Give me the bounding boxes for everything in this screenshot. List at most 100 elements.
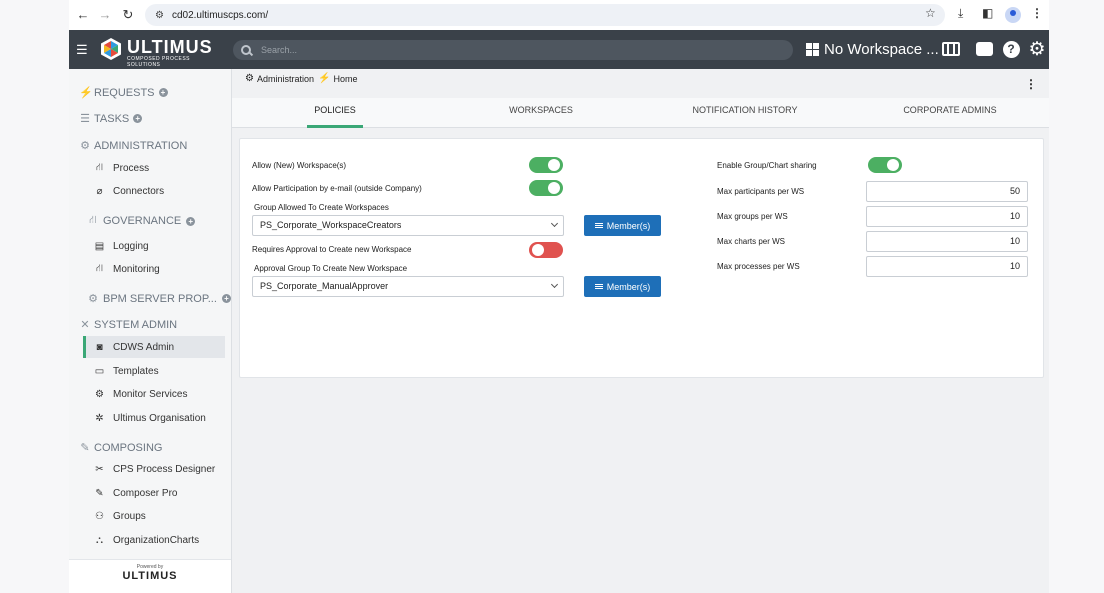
log-icon: ▤ [94,240,105,252]
tools-icon: ✕ [80,319,90,331]
address-bar[interactable]: ⚙ cd02.ultimuscps.com/ [145,4,945,26]
sidebar-section-administration[interactable]: ⚙ ADMINISTRATION [79,139,187,153]
sidebar-item-monitor-services[interactable]: ⚙ Monitor Services [83,383,225,405]
edit-icon: ✎ [95,487,104,499]
section-label: REQUESTS [94,86,155,99]
sidebar-item-label: Templates [113,365,159,377]
tab-notification-history[interactable]: NOTIFICATION HISTORY [680,98,810,128]
inbox-icon[interactable] [974,40,994,60]
site-settings-icon[interactable]: ⚙ [155,10,164,21]
org-icon: ✲ [95,412,104,424]
enable-sharing-label: Enable Group/Chart sharing [717,161,817,170]
sidebar-item-monitoring[interactable]: ⛙ Monitoring [83,258,225,280]
add-governance-icon[interactable]: + [186,216,196,226]
search-input[interactable] [261,45,761,55]
max-groups-input[interactable]: 10 [866,206,1028,227]
bolt-icon: ⚡ [79,87,93,99]
policies-card: Allow (New) Workspace(s) Allow Participa… [239,138,1044,378]
group-allowed-select[interactable]: PS_Corporate_WorkspaceCreators [252,215,564,236]
logo-subtitle: COMPOSED PROCESS SOLUTIONS [127,56,191,68]
bolt-icon: ⚡ [318,73,331,84]
tab-bar: POLICIES WORKSPACES NOTIFICATION HISTORY… [232,98,1049,128]
workspace-label: No Workspace ... [824,41,939,58]
chevron-down-icon [550,219,559,228]
approval-group-value: PS_Corporate_ManualApprover [260,281,389,291]
browser-toolbar: ← → ↻ ⚙ cd02.ultimuscps.com/ ☆ ⤓ ◧ ⋮ [69,0,1049,30]
add-bpm-icon[interactable]: + [221,294,231,303]
tab-policies[interactable]: POLICIES [307,98,363,128]
members-button-label: Member(s) [606,281,651,292]
sidebar-item-label: Connectors [113,185,165,197]
browser-menu-icon[interactable]: ⋮ [1031,6,1043,20]
profile-avatar[interactable] [1005,7,1021,23]
max-participants-label: Max participants per WS [717,187,805,196]
sidebar-section-system-admin[interactable]: ✕ SYSTEM ADMIN [79,318,178,332]
sidebar-item-label: Monitor Services [113,388,188,400]
sidebar-item-logging[interactable]: ▤ Logging [83,235,225,257]
group-allowed-members-button[interactable]: Member(s) [584,215,661,236]
governance-icon: ⛙ [89,214,97,226]
allow-new-workspace-toggle[interactable] [529,157,563,173]
requires-approval-toggle[interactable] [529,242,563,258]
sidepanel-icon[interactable]: ◧ [982,6,993,20]
sidebar-item-ultimus-organisation[interactable]: ✲ Ultimus Organisation [83,407,225,429]
max-processes-input[interactable]: 10 [866,256,1028,277]
max-participants-input[interactable]: 50 [866,181,1028,202]
breadcrumb-home[interactable]: Home [333,74,357,84]
settings-gear-icon[interactable]: ⚙ [1027,40,1047,60]
monitor-icon: ⛙ [95,262,104,274]
sidebar-section-requests[interactable]: ⚡ REQUESTS + [79,86,168,99]
sidebar-section-composing[interactable]: ✎ COMPOSING [79,441,162,455]
sidebar-item-composer-pro[interactable]: ✎ Composer Pro [83,482,225,504]
download-icon[interactable]: ⤓ [958,6,963,21]
tab-corporate-admins[interactable]: CORPORATE ADMINS [890,98,1010,128]
sidebar-section-governance[interactable]: ⛙ GOVERNANCE + [87,214,196,228]
allow-new-workspace-label: Allow (New) Workspace(s) [252,161,347,170]
enable-sharing-toggle[interactable] [868,157,902,173]
section-label: BPM SERVER PROP... [103,292,217,305]
compose-icon: ✎ [80,442,90,454]
help-icon[interactable]: ? [1001,40,1021,60]
sidebar-item-cdws-admin[interactable]: ◙ CDWS Admin [83,336,225,358]
section-label: SYSTEM ADMIN [94,318,178,331]
sidebar-item-label: Ultimus Organisation [113,412,206,424]
hamburger-menu-icon[interactable]: ☰ [76,42,88,58]
reload-icon[interactable]: ↻ [117,7,139,23]
sidebar-item-templates[interactable]: ▭ Templates [83,360,225,382]
book-icon[interactable] [941,40,961,60]
global-search[interactable] [233,40,793,60]
sidebar-item-label: CDWS Admin [113,341,175,353]
camera-icon: ◙ [96,341,103,353]
tab-workspaces[interactable]: WORKSPACES [494,98,588,128]
workspace-selector[interactable]: No Workspace ... [806,41,939,58]
approval-group-select[interactable]: PS_Corporate_ManualApprover [252,276,564,297]
add-request-icon[interactable]: + [158,88,168,97]
logo-text: ULTIMUS [127,37,213,57]
services-icon: ⚙ [95,388,104,400]
bookmark-star-icon[interactable]: ☆ [925,6,936,20]
sidebar-item-label: Logging [113,240,149,252]
powered-by-footer: Powered by ULTIMUS [69,559,231,593]
workspace-grid-icon [806,43,819,56]
more-options-icon[interactable]: ⋮ [1025,77,1037,91]
ultimus-logo[interactable]: ULTIMUS COMPOSED PROCESS SOLUTIONS [99,36,219,68]
sidebar-item-groups[interactable]: ⚇ Groups [83,505,225,527]
sidebar-item-organization-charts[interactable]: ⛬ OrganizationCharts [83,529,225,551]
sidebar-section-bpm-server[interactable]: ⚙ BPM SERVER PROP... + [87,292,231,305]
back-icon[interactable]: ← [72,7,94,22]
sidebar-item-connectors[interactable]: ⌀ Connectors [83,180,225,202]
allow-participation-email-toggle[interactable] [529,180,563,196]
max-charts-input[interactable]: 10 [866,231,1028,252]
sidebar-item-cps-process-designer[interactable]: ✂ CPS Process Designer [83,458,225,480]
sidebar-item-process[interactable]: ⛙ Process [83,157,225,179]
add-task-icon[interactable]: + [133,114,143,123]
powered-by-name: ULTIMUS [122,570,178,582]
designer-icon: ✂ [95,463,104,475]
max-processes-label: Max processes per WS [717,262,800,271]
approval-group-members-button[interactable]: Member(s) [584,276,661,297]
breadcrumb-administration[interactable]: Administration [257,74,314,84]
sidebar-section-tasks[interactable]: ☰ TASKS + [79,112,143,125]
requires-approval-label: Requires Approval to Create new Workspac… [252,245,412,254]
forward-icon[interactable]: → [94,7,116,22]
sidebar-item-label: OrganizationCharts [113,534,200,546]
